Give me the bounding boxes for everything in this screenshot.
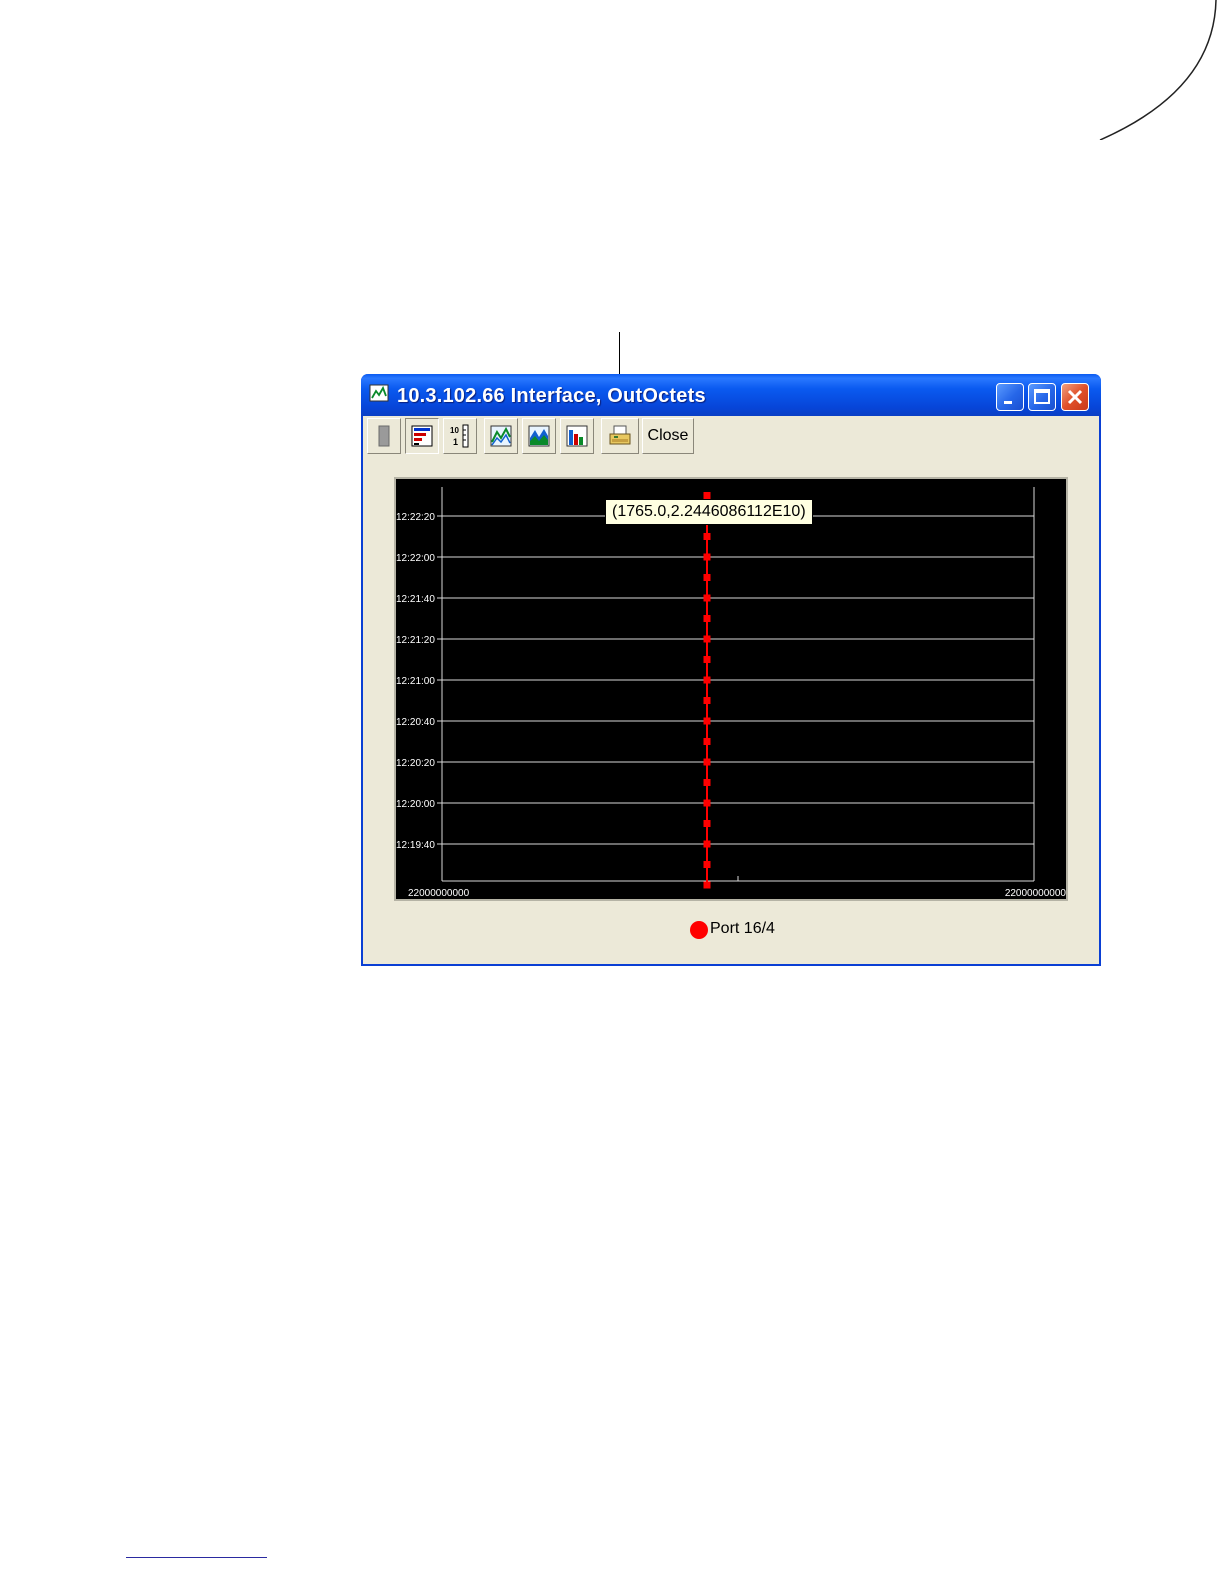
data-point (703, 779, 711, 786)
x-tick-label: 22000000000 (408, 888, 470, 899)
y-tick-label: 12:21:00 (396, 676, 435, 687)
data-point (703, 533, 711, 540)
data-point (703, 799, 711, 807)
data-point (703, 738, 711, 745)
data-point (703, 656, 711, 663)
close-button[interactable]: Close (642, 418, 694, 454)
y-tick-label: 12:21:20 (396, 635, 435, 646)
data-point (703, 574, 711, 581)
y-tick-label: 12:21:40 (396, 594, 435, 605)
line-chart-button[interactable] (484, 418, 518, 454)
data-point (703, 881, 711, 889)
y-tick-label: 12:20:40 (396, 717, 435, 728)
title-bar[interactable]: 10.3.102.66 Interface, OutOctets (361, 374, 1101, 416)
chart-window-icon (369, 384, 389, 402)
minimize-button[interactable] (996, 383, 1024, 411)
print-icon (609, 425, 631, 445)
data-point (703, 697, 711, 704)
data-point (703, 492, 711, 499)
log-scale-icon: 101 (450, 424, 469, 448)
properties-icon (411, 425, 433, 447)
chart-plot: 12:22:20 12:22:00 12:21:40 12:21:20 12:21:00… (396, 487, 1066, 899)
maximize-button[interactable] (1028, 383, 1056, 411)
page-edge-curve (1099, 0, 1217, 140)
svg-text:1: 1 (453, 437, 458, 447)
data-point (703, 717, 711, 725)
window-title: 10.3.102.66 Interface, OutOctets (397, 385, 706, 407)
stop-icon (378, 425, 390, 447)
data-point (703, 861, 711, 868)
data-point (703, 635, 711, 643)
data-point (703, 758, 711, 766)
y-tick-label: 12:20:20 (396, 758, 435, 769)
line-chart-icon (490, 425, 512, 447)
area-chart-icon (528, 425, 550, 447)
data-point (703, 594, 711, 602)
close-icon (1067, 389, 1083, 405)
stop-button[interactable] (367, 418, 401, 454)
data-point (703, 840, 711, 848)
data-point-tooltip: (1765.0,2.2446086112E10) (605, 499, 813, 525)
y-tick-label: 12:22:00 (396, 553, 435, 564)
x-tick-label: 22000000000 (1005, 888, 1066, 899)
bar-chart-icon (566, 425, 588, 447)
svg-text:10: 10 (450, 426, 459, 435)
print-button[interactable] (601, 418, 639, 454)
chart-plot-frame: 12:22:20 12:22:00 12:21:40 12:21:20 12:21:00… (394, 477, 1068, 901)
data-point (703, 615, 711, 622)
area-chart-button[interactable] (522, 418, 556, 454)
bar-chart-button[interactable] (560, 418, 594, 454)
data-point (703, 676, 711, 684)
log-scale-button[interactable]: 10 1 (443, 418, 477, 454)
chart-window: 10.3.102.66 Interface, OutOctets 10 1 Cl… (361, 374, 1101, 966)
legend-swatch-port (690, 921, 708, 939)
legend-label-port: Port 16/4 (710, 920, 775, 937)
maximize-icon (1034, 389, 1050, 404)
y-tick-label: 12:19:40 (396, 840, 435, 851)
y-tick-label: 12:22:20 (396, 512, 435, 523)
properties-button[interactable] (405, 418, 439, 454)
footer-rule (126, 1557, 267, 1558)
y-tick-label: 12:20:00 (396, 799, 435, 810)
minimize-icon (1004, 401, 1012, 404)
data-point (703, 553, 711, 561)
data-point (703, 820, 711, 827)
close-window-button[interactable] (1061, 383, 1089, 411)
